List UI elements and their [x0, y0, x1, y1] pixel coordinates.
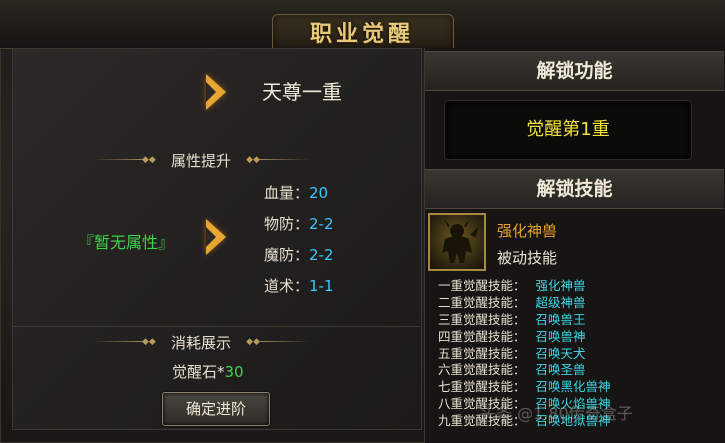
right-arrow-icon	[206, 219, 226, 255]
skill-row-label: 五重觉醒技能：	[438, 345, 526, 361]
stat-value: 2-2	[309, 246, 334, 264]
confirm-advance-button[interactable]: 确定进阶	[162, 392, 270, 426]
attribute-header: ◆◆ 属性提升 ◆◆	[92, 150, 310, 170]
unlock-skill-header: 解锁技能	[425, 169, 724, 209]
stat-label: 血量：	[264, 184, 310, 202]
current-realm: 天尊一重	[262, 80, 342, 104]
current-attributes: 『暂无属性』	[78, 233, 175, 252]
skill-name: 强化神兽	[497, 222, 558, 240]
cost-item: 觉醒石*30	[172, 361, 244, 382]
watermark: 头条 @1.80传奇盒子	[480, 404, 633, 423]
skill-row-skill: 召唤兽王	[535, 311, 586, 327]
skill-row-label: 四重觉醒技能：	[438, 328, 526, 344]
skill-row-skill: 召唤天犬	[535, 345, 586, 361]
cost-header-label: 消耗展示	[170, 334, 231, 352]
stat-label: 物防：	[264, 215, 310, 233]
right-arrow-icon	[206, 74, 226, 110]
cost-item-count: 30	[224, 363, 244, 381]
skill-row-label: 一重觉醒技能：	[438, 278, 526, 293]
stat-value: 20	[309, 184, 329, 202]
list-item: 六重觉醒技能： 召唤圣兽	[438, 362, 718, 379]
unlock-feature-value: 觉醒第1重	[444, 100, 692, 160]
skill-row-label: 三重觉醒技能：	[438, 311, 526, 327]
skill-row-skill: 强化神兽	[535, 278, 586, 293]
list-item: 七重觉醒技能： 召唤黑化兽神	[438, 379, 718, 396]
stat-mag-def: 魔防：2-2	[264, 244, 334, 265]
unlock-feature-header: 解锁功能	[425, 51, 724, 91]
beast-warrior-icon[interactable]	[428, 213, 486, 271]
skill-row-skill: 召唤黑化兽神	[535, 379, 611, 395]
stat-hp: 血量：20	[264, 182, 328, 203]
list-item: 五重觉醒技能： 召唤天犬	[438, 346, 718, 363]
list-item: 四重觉醒技能： 召唤兽神	[438, 329, 718, 346]
skill-row-label: 七重觉醒技能：	[438, 379, 526, 395]
attribute-header-label: 属性提升	[170, 152, 231, 170]
stat-taoism: 道术：1-1	[264, 275, 334, 296]
skill-row-skill: 召唤圣兽	[535, 362, 586, 378]
skill-row-skill: 召唤兽神	[535, 328, 586, 344]
stat-phys-def: 物防：2-2	[264, 213, 334, 234]
skill-row-label: 二重觉醒技能：	[438, 294, 526, 310]
stat-label: 道术：	[264, 277, 310, 295]
stat-label: 魔防：	[264, 246, 310, 264]
list-item: 三重觉醒技能： 召唤兽王	[438, 312, 718, 329]
cost-item-label: 觉醒石*	[172, 363, 225, 381]
list-item: 二重觉醒技能： 超级神兽	[438, 295, 718, 312]
stat-value: 1-1	[309, 277, 334, 295]
window-title: 职业觉醒	[309, 21, 414, 47]
skill-row-label: 六重觉醒技能：	[438, 362, 526, 378]
skill-type: 被动技能	[497, 249, 558, 267]
stat-value: 2-2	[309, 215, 334, 233]
cost-header: ◆◆ 消耗展示 ◆◆	[92, 332, 310, 352]
list-item: 一重觉醒技能： 强化神兽	[438, 278, 718, 295]
divider	[12, 326, 420, 327]
skill-row-skill: 超级神兽	[535, 294, 586, 310]
